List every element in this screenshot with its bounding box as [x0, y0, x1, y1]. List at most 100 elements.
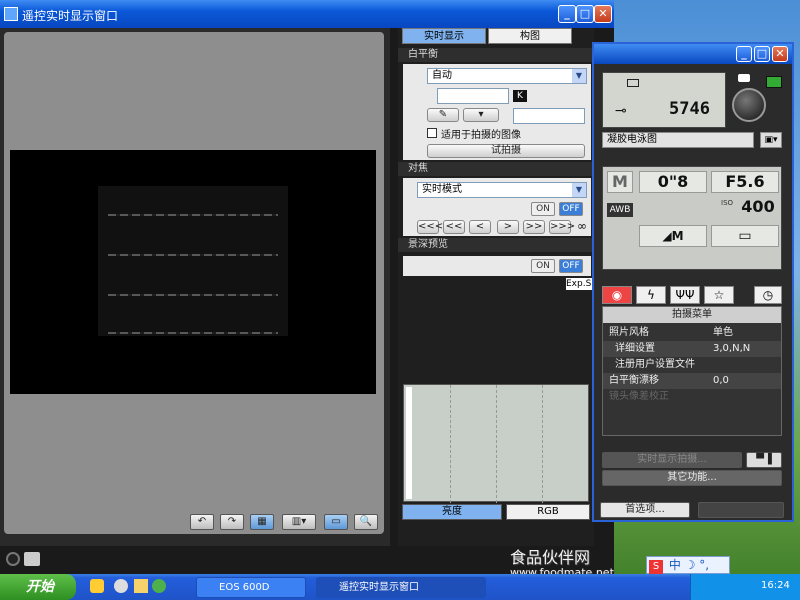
dof-preview-header: 景深预览: [398, 238, 594, 252]
focus-far-3-button[interactable]: >>>: [549, 220, 575, 234]
taskbar-item-eos[interactable]: EOS 600D: [196, 577, 306, 598]
close-button[interactable]: ✕: [594, 5, 612, 23]
menu-row-lens-correction: 镜头像差校正: [603, 389, 781, 405]
close-button[interactable]: ✕: [772, 46, 788, 62]
focus-far-2-button[interactable]: >>: [523, 220, 545, 234]
shooting-menu-tab-icon[interactable]: ◉: [602, 286, 632, 304]
system-tray: 16:24: [690, 574, 800, 600]
menu-row-wb-shift[interactable]: 白平衡漂移 0,0: [603, 373, 781, 389]
picture-style-name: 凝胶电泳图: [602, 132, 754, 148]
movie-camera-icon[interactable]: ▀▐: [746, 452, 782, 468]
camera-mode-icon[interactable]: [766, 76, 782, 88]
browser-icon[interactable]: [152, 579, 166, 593]
aperture-value[interactable]: F5.6: [711, 171, 779, 193]
rotate-right-icon[interactable]: ↷: [220, 514, 244, 530]
liveview-shoot-button[interactable]: 实时显示拍摄...: [602, 452, 742, 468]
ime-toolbar[interactable]: S 中 ☽ °, ⌨: [646, 556, 730, 590]
liveview-frame: ↶ ↷ ▦ ▥▾ ▭ 🔍: [4, 32, 384, 534]
pc-transfer-icon[interactable]: ▭: [711, 225, 779, 247]
menu-row-picture-style[interactable]: 照片风格 单色: [603, 325, 781, 341]
camera-icon[interactable]: [24, 552, 40, 566]
ie-icon[interactable]: [114, 579, 128, 593]
grid-icon[interactable]: ▦: [250, 514, 274, 530]
menu-key: 详细设置: [615, 343, 655, 354]
focus-mode-select[interactable]: 实时模式 ▼: [417, 182, 587, 198]
ime-mode[interactable]: 中: [669, 558, 681, 572]
wb-awb-icon[interactable]: AWB: [607, 203, 633, 217]
menu-row-detail-settings[interactable]: 详细设置 3,0,N,N: [603, 341, 781, 357]
shooting-mode[interactable]: M: [607, 171, 633, 193]
card-icon: [627, 79, 639, 87]
white-balance-panel: 自动 ▼ K ✎ ▾ 适用于拍摄的图像 试拍摄: [403, 64, 591, 160]
app-icon: [4, 7, 18, 21]
minimize-button[interactable]: _: [558, 5, 576, 23]
timer-tab-icon[interactable]: ◷: [754, 286, 782, 304]
af-frame-icon[interactable]: ▭: [324, 514, 348, 530]
power-plug-icon: ⊸: [615, 103, 627, 119]
focus-on-button[interactable]: ON: [531, 202, 555, 216]
kelvin-input[interactable]: [437, 88, 509, 104]
aspect-ratio-icon[interactable]: ▥▾: [282, 514, 316, 530]
window-title: 遥控实时显示窗口: [22, 9, 119, 23]
preferences-button[interactable]: 首选项...: [600, 502, 690, 518]
shutter-button-icon[interactable]: [732, 88, 766, 122]
focus-near-2-button[interactable]: <<: [443, 220, 465, 234]
rotate-left-icon[interactable]: ↶: [190, 514, 214, 530]
tab-composition[interactable]: 构图: [488, 28, 572, 44]
iso-label: ISO: [721, 199, 734, 207]
mymenu-tab-icon[interactable]: ☆: [704, 286, 734, 304]
minimize-button[interactable]: _: [736, 46, 752, 62]
other-functions-button[interactable]: 其它功能...: [602, 470, 782, 486]
shutter-speed[interactable]: 0"8: [639, 171, 707, 193]
camera-settings-icon[interactable]: ▣▾: [760, 132, 782, 148]
moon-icon[interactable]: ☽: [685, 558, 696, 572]
wb-mode-select[interactable]: 自动 ▼: [427, 68, 587, 84]
image-quality[interactable]: ◢M: [639, 225, 707, 247]
wb-value-field[interactable]: [513, 108, 585, 124]
dof-off-button[interactable]: OFF: [559, 259, 583, 273]
zoom-icon[interactable]: 🔍: [354, 514, 378, 530]
chevron-down-icon: ▼: [572, 69, 586, 83]
focus-far-1-button[interactable]: >: [497, 220, 519, 234]
dof-on-button[interactable]: ON: [531, 259, 555, 273]
record-icon[interactable]: [6, 552, 20, 566]
tools-tab-icon[interactable]: ΨΨ: [670, 286, 700, 304]
camera-panel-titlebar[interactable]: _ □ ✕: [594, 44, 792, 64]
histogram-gridline: [496, 385, 497, 503]
menu-value: 3,0,N,N: [713, 343, 751, 354]
punctuation-icon[interactable]: °,: [699, 558, 709, 572]
taskbar-item-liveview[interactable]: 遥控实时显示窗口: [316, 577, 486, 598]
tab-rgb[interactable]: RGB: [506, 504, 590, 520]
focus-off-button[interactable]: OFF: [559, 202, 583, 216]
chevron-down-icon: ▼: [572, 183, 586, 197]
liveview-titlebar[interactable]: 遥控实时显示窗口 _ □ ✕: [0, 0, 614, 28]
eyedropper-icon[interactable]: ✎: [427, 108, 459, 122]
shooting-menu: 拍摄菜单 照片风格 单色 详细设置 3,0,N,N 注册用户设置文件 白平衡漂移…: [602, 306, 782, 436]
iso-value[interactable]: 400: [737, 197, 779, 219]
menu-key: 白平衡漂移: [609, 375, 659, 386]
quicklaunch-icon[interactable]: [90, 579, 104, 593]
gel-band-row: [108, 294, 278, 296]
close-panel-button[interactable]: [698, 502, 784, 518]
apply-checkbox[interactable]: [427, 128, 437, 138]
flash-tab-icon[interactable]: ϟ: [636, 286, 666, 304]
maximize-button[interactable]: □: [576, 5, 594, 23]
menu-row-register-user-file[interactable]: 注册用户设置文件: [603, 357, 781, 373]
menu-key: 镜头像差校正: [609, 391, 669, 402]
clock: 16:24: [761, 580, 790, 591]
white-balance-header: 白平衡: [398, 48, 594, 62]
histogram-gridline: [542, 385, 543, 503]
test-shoot-button[interactable]: 试拍摄: [427, 144, 585, 158]
start-button[interactable]: 开始: [0, 574, 76, 600]
battery-icon: [738, 74, 750, 82]
menu-value: 单色: [713, 327, 733, 338]
tab-liveview[interactable]: 实时显示: [402, 28, 486, 44]
gel-image: [98, 186, 288, 336]
focus-near-3-button[interactable]: <<<: [417, 220, 443, 234]
tab-brightness[interactable]: 亮度: [402, 504, 502, 520]
focus-near-1-button[interactable]: <: [469, 220, 491, 234]
folder-icon[interactable]: [134, 579, 148, 593]
histogram: [403, 384, 589, 503]
wb-shift-select[interactable]: ▾: [463, 108, 499, 122]
maximize-button[interactable]: □: [754, 46, 770, 62]
